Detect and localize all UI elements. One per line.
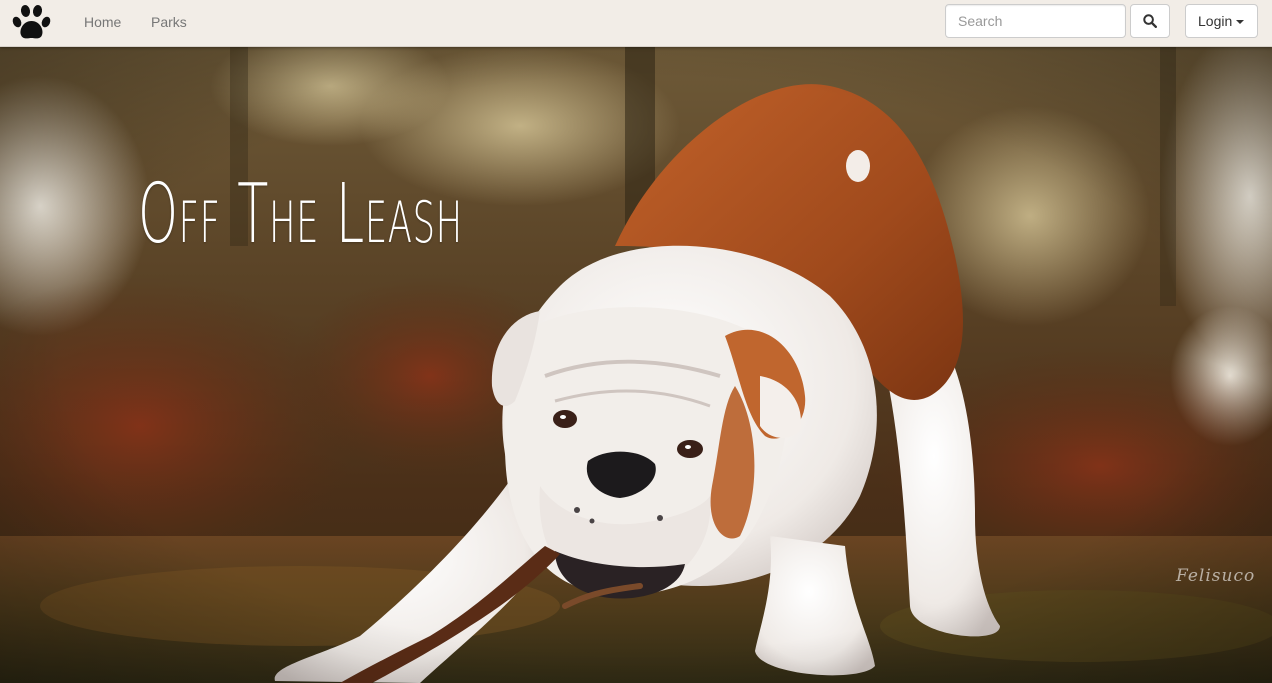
photo-watermark: Felisuco <box>1176 566 1256 586</box>
hero-background-image <box>0 46 1272 683</box>
search-input[interactable] <box>945 4 1126 38</box>
paw-icon <box>12 5 51 39</box>
login-dropdown-button[interactable]: Login <box>1185 4 1258 38</box>
brand-logo[interactable] <box>11 2 53 42</box>
nav-link-home[interactable]: Home <box>84 13 121 31</box>
search-icon <box>1143 14 1157 28</box>
login-label: Login <box>1198 13 1233 29</box>
hero-title: Off The Leash <box>138 167 463 262</box>
search-button[interactable] <box>1130 4 1170 38</box>
caret-down-icon <box>1236 20 1244 24</box>
top-navbar: Home Parks Login <box>0 0 1272 47</box>
nav-link-parks[interactable]: Parks <box>151 13 187 31</box>
hero-banner: Off The Leash Felisuco <box>0 46 1272 683</box>
